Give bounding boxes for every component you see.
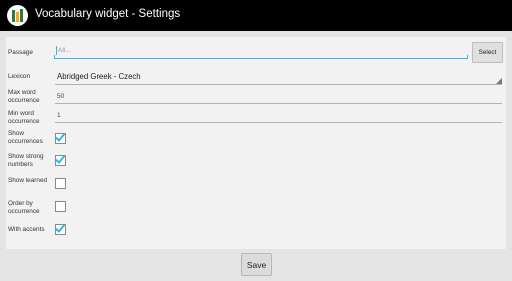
order-by-label: Order by occurrence <box>8 200 40 215</box>
save-button[interactable]: Save <box>241 253 272 276</box>
title-bar: Vocabulary widget - Settings <box>0 0 512 31</box>
books-app-icon[interactable] <box>7 5 28 26</box>
show-learned-checkbox[interactable] <box>55 178 66 189</box>
max-word-input[interactable]: 50 <box>55 91 502 104</box>
checkmark-icon <box>54 221 66 233</box>
text-cursor <box>56 46 57 55</box>
page-title: Vocabulary widget - Settings <box>35 8 181 20</box>
select-passage-button[interactable]: Select <box>472 42 503 63</box>
passage-placeholder: All... <box>58 47 71 54</box>
passage-label: Passage <box>8 49 33 56</box>
with-accents-label: With accents <box>8 226 45 233</box>
checkmark-icon <box>54 130 66 142</box>
order-by-checkbox[interactable] <box>55 201 66 212</box>
show-occurrences-label: Show occurrences <box>8 130 43 145</box>
max-word-value: 50 <box>57 93 65 100</box>
show-occurrences-checkbox[interactable] <box>54 130 66 144</box>
lexicon-dropdown[interactable]: Abridged Greek - Czech <box>55 70 502 85</box>
max-word-label: Max word occurrence <box>8 89 40 104</box>
with-accents-checkbox[interactable] <box>54 221 66 235</box>
settings-panel: Passage All... Select Lexicon Abridged G… <box>6 37 506 249</box>
show-strong-label: Show strong numbers <box>8 153 44 168</box>
min-word-label: Min word occurrence <box>8 110 40 125</box>
min-word-value: 1 <box>57 112 61 119</box>
checkmark-icon <box>54 152 66 164</box>
passage-input[interactable]: All... <box>54 44 468 59</box>
show-strong-checkbox[interactable] <box>54 152 66 166</box>
lexicon-value: Abridged Greek - Czech <box>57 72 141 81</box>
min-word-input[interactable]: 1 <box>55 110 502 123</box>
dropdown-corner-icon <box>496 78 502 84</box>
lexicon-label: Lexicon <box>8 73 31 80</box>
show-learned-label: Show learned <box>8 177 48 184</box>
